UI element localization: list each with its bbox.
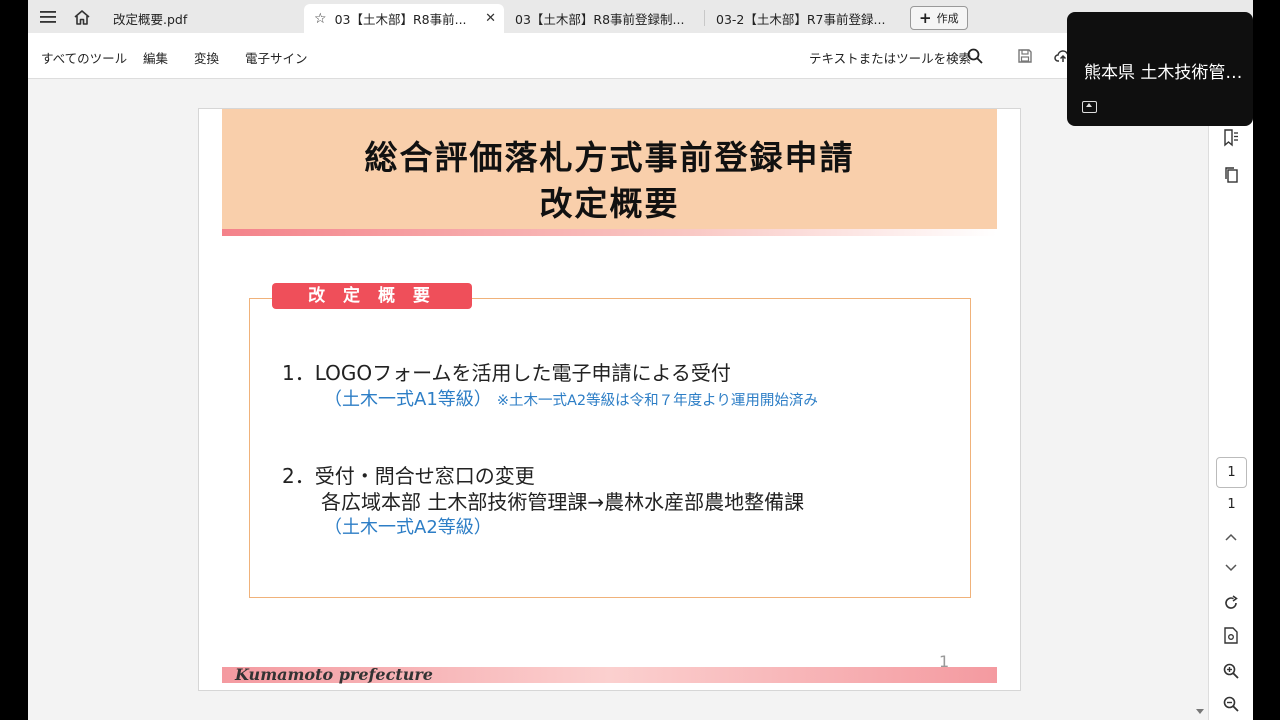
scroll-down-arrow[interactable] <box>1196 709 1204 714</box>
current-page-input[interactable]: 1 <box>1216 457 1247 488</box>
copy-pages-icon[interactable] <box>1220 164 1242 186</box>
item2-heading: 2．受付・問合せ窓口の変更 <box>282 464 535 488</box>
total-pages: 1 <box>1227 497 1236 512</box>
chevron-down-icon[interactable] <box>1220 557 1242 579</box>
tab-file-3[interactable]: 03【土木部】R8事前登録制... <box>515 4 700 33</box>
summary-box <box>249 298 971 598</box>
tab-label: 03【土木部】R8事前登録制... <box>515 12 685 27</box>
star-icon[interactable]: ☆ <box>314 11 327 27</box>
banner-underline <box>222 229 997 236</box>
zoom-out-icon[interactable] <box>1220 693 1242 715</box>
page-settings-icon[interactable] <box>1220 625 1242 647</box>
notification-title: 熊本県 土木技術管理課 <box>1084 63 1249 83</box>
tab-file-2-active[interactable]: ☆ 03【土木部】R8事前... ✕ <box>304 4 504 33</box>
search-icon[interactable] <box>964 45 986 67</box>
document-viewport[interactable]: 総合評価落札方式事前登録申請 改定概要 改 定 概 要 1．LOGOフォームを活… <box>28 79 1193 720</box>
menu-e-sign[interactable]: 電子サイン <box>245 48 308 67</box>
item1-note: ※土木一式A2等級は令和７年度より運用開始済み <box>496 393 818 409</box>
item1-heading: 1．LOGOフォームを活用した電子申請による受付 <box>282 361 731 385</box>
share-screen-icon[interactable] <box>1082 101 1097 113</box>
tool-search-label[interactable]: テキストまたはツールを検索 <box>809 48 971 67</box>
right-tool-panel: 1 1 <box>1208 79 1253 720</box>
home-icon[interactable] <box>71 6 93 28</box>
item1-sub-row: （土木一式A1等級） ※土木一式A2等級は令和７年度より運用開始済み <box>324 385 818 411</box>
item1-sub: （土木一式A1等級） <box>324 389 492 410</box>
footer-text: Kumamoto prefecture <box>235 665 433 684</box>
menu-icon[interactable] <box>37 6 59 28</box>
item2-detail: 各広域本部 土木部技術管理課→農林水産部農地整備課 <box>321 490 805 514</box>
tab-file-1[interactable]: 改定概要.pdf <box>106 4 301 33</box>
item2-sub: （土木一式A2等級） <box>324 517 492 538</box>
document-title-line1: 総合評価落札方式事前登録申請 <box>364 138 855 177</box>
bookmark-icon[interactable] <box>1220 127 1242 149</box>
menu-edit[interactable]: 編集 <box>143 48 168 67</box>
pdf-page: 総合評価落札方式事前登録申請 改定概要 改 定 概 要 1．LOGOフォームを活… <box>198 108 1021 691</box>
plus-icon: + <box>919 9 932 27</box>
meeting-notification[interactable]: 熊本県 土木技術管理課 <box>1067 12 1253 126</box>
close-tab-icon[interactable]: ✕ <box>485 11 496 26</box>
menu-convert[interactable]: 変換 <box>194 48 219 67</box>
tab-label: 03-2【土木部】R7事前登録... <box>716 12 886 27</box>
tab-file-4[interactable]: 03-2【土木部】R7事前登録... <box>716 4 901 33</box>
create-button[interactable]: + 作成 <box>910 6 968 30</box>
zoom-in-icon[interactable] <box>1220 660 1242 682</box>
menu-all-tools[interactable]: すべてのツール <box>41 48 127 67</box>
chevron-up-icon[interactable] <box>1220 526 1242 548</box>
section-label: 改 定 概 要 <box>272 283 472 309</box>
tab-separator <box>704 10 705 26</box>
tab-label: 03【土木部】R8事前... <box>334 12 467 27</box>
vertical-scrollbar[interactable] <box>1193 79 1207 720</box>
tab-label: 改定概要.pdf <box>113 12 188 27</box>
create-label: 作成 <box>936 12 959 25</box>
save-icon[interactable] <box>1014 45 1036 67</box>
rotate-icon[interactable] <box>1220 592 1242 614</box>
document-title-line2: 改定概要 <box>539 184 680 223</box>
